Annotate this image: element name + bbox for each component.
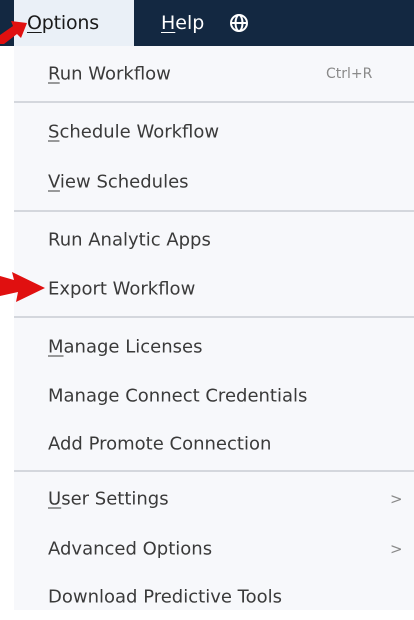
menu-help[interactable]: Help	[158, 0, 204, 46]
menu-options[interactable]: Options	[14, 0, 134, 46]
menu-item-label: Manage Connect Credentials	[48, 385, 308, 407]
menu-item-label: Run Analytic Apps	[48, 229, 211, 251]
globe-icon[interactable]	[226, 10, 254, 36]
menu-separator	[14, 316, 414, 318]
submenu-chevron-icon: >	[390, 540, 403, 558]
options-dropdown-menu: Run Workflow Ctrl+R Schedule Workflow Vi…	[14, 46, 414, 610]
menu-item-manage-connect-credentials[interactable]: Manage Connect Credentials	[14, 373, 414, 419]
menu-separator	[14, 210, 414, 212]
menu-item-label: Advanced Options	[48, 538, 213, 560]
annotation-arrow-icon	[0, 272, 45, 302]
menu-separator	[14, 101, 414, 103]
menu-item-add-promote-connection[interactable]: Add Promote Connection	[14, 421, 414, 467]
menu-item-label: Export Workflow	[48, 278, 196, 300]
menu-item-download-predictive-tools[interactable]: Download Predictive Tools	[14, 574, 414, 620]
menu-item-label: Run Workflow	[48, 63, 171, 85]
menu-item-label: Schedule Workflow	[48, 121, 220, 143]
menu-separator	[14, 470, 414, 472]
menu-item-export-workflow[interactable]: Export Workflow	[14, 266, 414, 312]
annotation-arrow-icon	[0, 21, 27, 44]
menu-item-manage-licenses[interactable]: Manage Licenses	[14, 324, 414, 370]
menu-item-advanced-options[interactable]: Advanced Options >	[14, 526, 414, 572]
menu-item-label: View Schedules	[48, 171, 189, 193]
menu-item-run-analytic-apps[interactable]: Run Analytic Apps	[14, 217, 414, 263]
menu-bar: Options Help	[0, 0, 414, 46]
menu-item-run-workflow[interactable]: Run Workflow Ctrl+R	[14, 51, 414, 97]
menu-item-label: Add Promote Connection	[48, 433, 272, 455]
menu-item-user-settings[interactable]: User Settings >	[14, 476, 414, 522]
menu-item-label: User Settings	[48, 488, 169, 510]
menu-item-label: Download Predictive Tools	[48, 586, 282, 608]
menu-item-schedule-workflow[interactable]: Schedule Workflow	[14, 109, 414, 155]
submenu-chevron-icon: >	[390, 490, 403, 508]
shortcut-hint: Ctrl+R	[326, 66, 373, 82]
globe-icon-graphic	[230, 14, 248, 32]
menu-item-label: Manage Licenses	[48, 336, 203, 358]
menu-item-view-schedules[interactable]: View Schedules	[14, 159, 414, 205]
